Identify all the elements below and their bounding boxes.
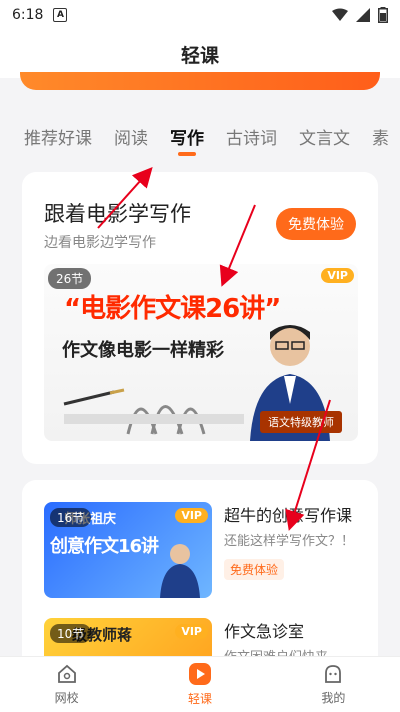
vip-badge: VIP bbox=[175, 624, 208, 639]
featured-course-card[interactable]: 跟着电影学写作 边看电影边学写作 免费体验 26节 VIP “电影作文课26讲”… bbox=[22, 172, 378, 464]
app-notification-icon: A bbox=[53, 8, 68, 22]
top-banner[interactable] bbox=[20, 72, 380, 90]
course-title: 作文急诊室 bbox=[224, 622, 305, 641]
vip-badge: VIP bbox=[175, 508, 208, 523]
nav-item-me[interactable]: 我的 bbox=[267, 657, 400, 712]
battery-icon bbox=[378, 7, 388, 23]
status-bar: 6:18 A bbox=[0, 0, 400, 30]
tab-ancient-poetry[interactable]: 古诗词 bbox=[215, 110, 288, 160]
featured-title: 跟着电影学写作 bbox=[44, 202, 191, 226]
list-item[interactable]: 师张祖庆 创意作文16讲 16节 VIP 超牛的创意写作课 还能这样学写作文？！… bbox=[44, 502, 358, 598]
nav-label: 轻课 bbox=[187, 692, 212, 706]
wifi-icon bbox=[332, 8, 348, 21]
tab-classical-chinese[interactable]: 文言文 bbox=[288, 110, 361, 160]
category-tabs: 推荐好课 阅读 写作 古诗词 文言文 素 bbox=[0, 110, 400, 160]
tab-reading[interactable]: 阅读 bbox=[103, 110, 159, 160]
course-thumbnail: 师张祖庆 创意作文16讲 16节 VIP bbox=[44, 502, 212, 598]
lesson-count-badge: 26节 bbox=[48, 268, 92, 289]
play-icon bbox=[188, 663, 211, 685]
tab-more[interactable]: 素 bbox=[361, 110, 400, 160]
signal-icon bbox=[356, 8, 370, 22]
status-icons bbox=[332, 7, 388, 23]
featured-poster[interactable]: 26节 VIP “电影作文课26讲” 作文像电影一样精彩 语文特级教师 bbox=[44, 264, 358, 441]
bottom-nav: 网校 轻课 我的 bbox=[0, 656, 400, 712]
profile-icon bbox=[325, 665, 342, 683]
thumb-title: 创意作文16讲 bbox=[50, 536, 159, 557]
nav-item-light-course[interactable]: 轻课 bbox=[133, 657, 266, 712]
page-title: 轻课 bbox=[0, 30, 400, 78]
teacher-tag: 语文特级教师 bbox=[260, 411, 342, 433]
nav-label: 我的 bbox=[321, 691, 346, 705]
course-desc: 还能这样学写作文？！ bbox=[224, 534, 355, 549]
free-trial-button[interactable]: 免费体验 bbox=[276, 208, 356, 240]
course-title: 超牛的创意写作课 bbox=[224, 506, 353, 525]
course-info: 超牛的创意写作课 还能这样学写作文？！ 免费体验 bbox=[224, 502, 364, 580]
school-icon bbox=[57, 664, 76, 683]
lesson-count-badge: 10节 bbox=[50, 624, 92, 643]
lesson-count-badge: 16节 bbox=[50, 508, 92, 527]
poster-subtitle: 作文像电影一样精彩 bbox=[62, 340, 224, 361]
tab-writing[interactable]: 写作 bbox=[159, 110, 215, 160]
featured-subtitle: 边看电影边学写作 bbox=[44, 235, 156, 251]
vip-badge: VIP bbox=[321, 268, 354, 283]
tab-recommended[interactable]: 推荐好课 bbox=[0, 110, 103, 160]
status-time: 6:18 bbox=[12, 7, 44, 23]
teacher-photo bbox=[160, 544, 200, 598]
nav-label: 网校 bbox=[54, 691, 79, 705]
free-trial-tag[interactable]: 免费体验 bbox=[224, 559, 285, 580]
nav-item-school[interactable]: 网校 bbox=[0, 657, 133, 712]
